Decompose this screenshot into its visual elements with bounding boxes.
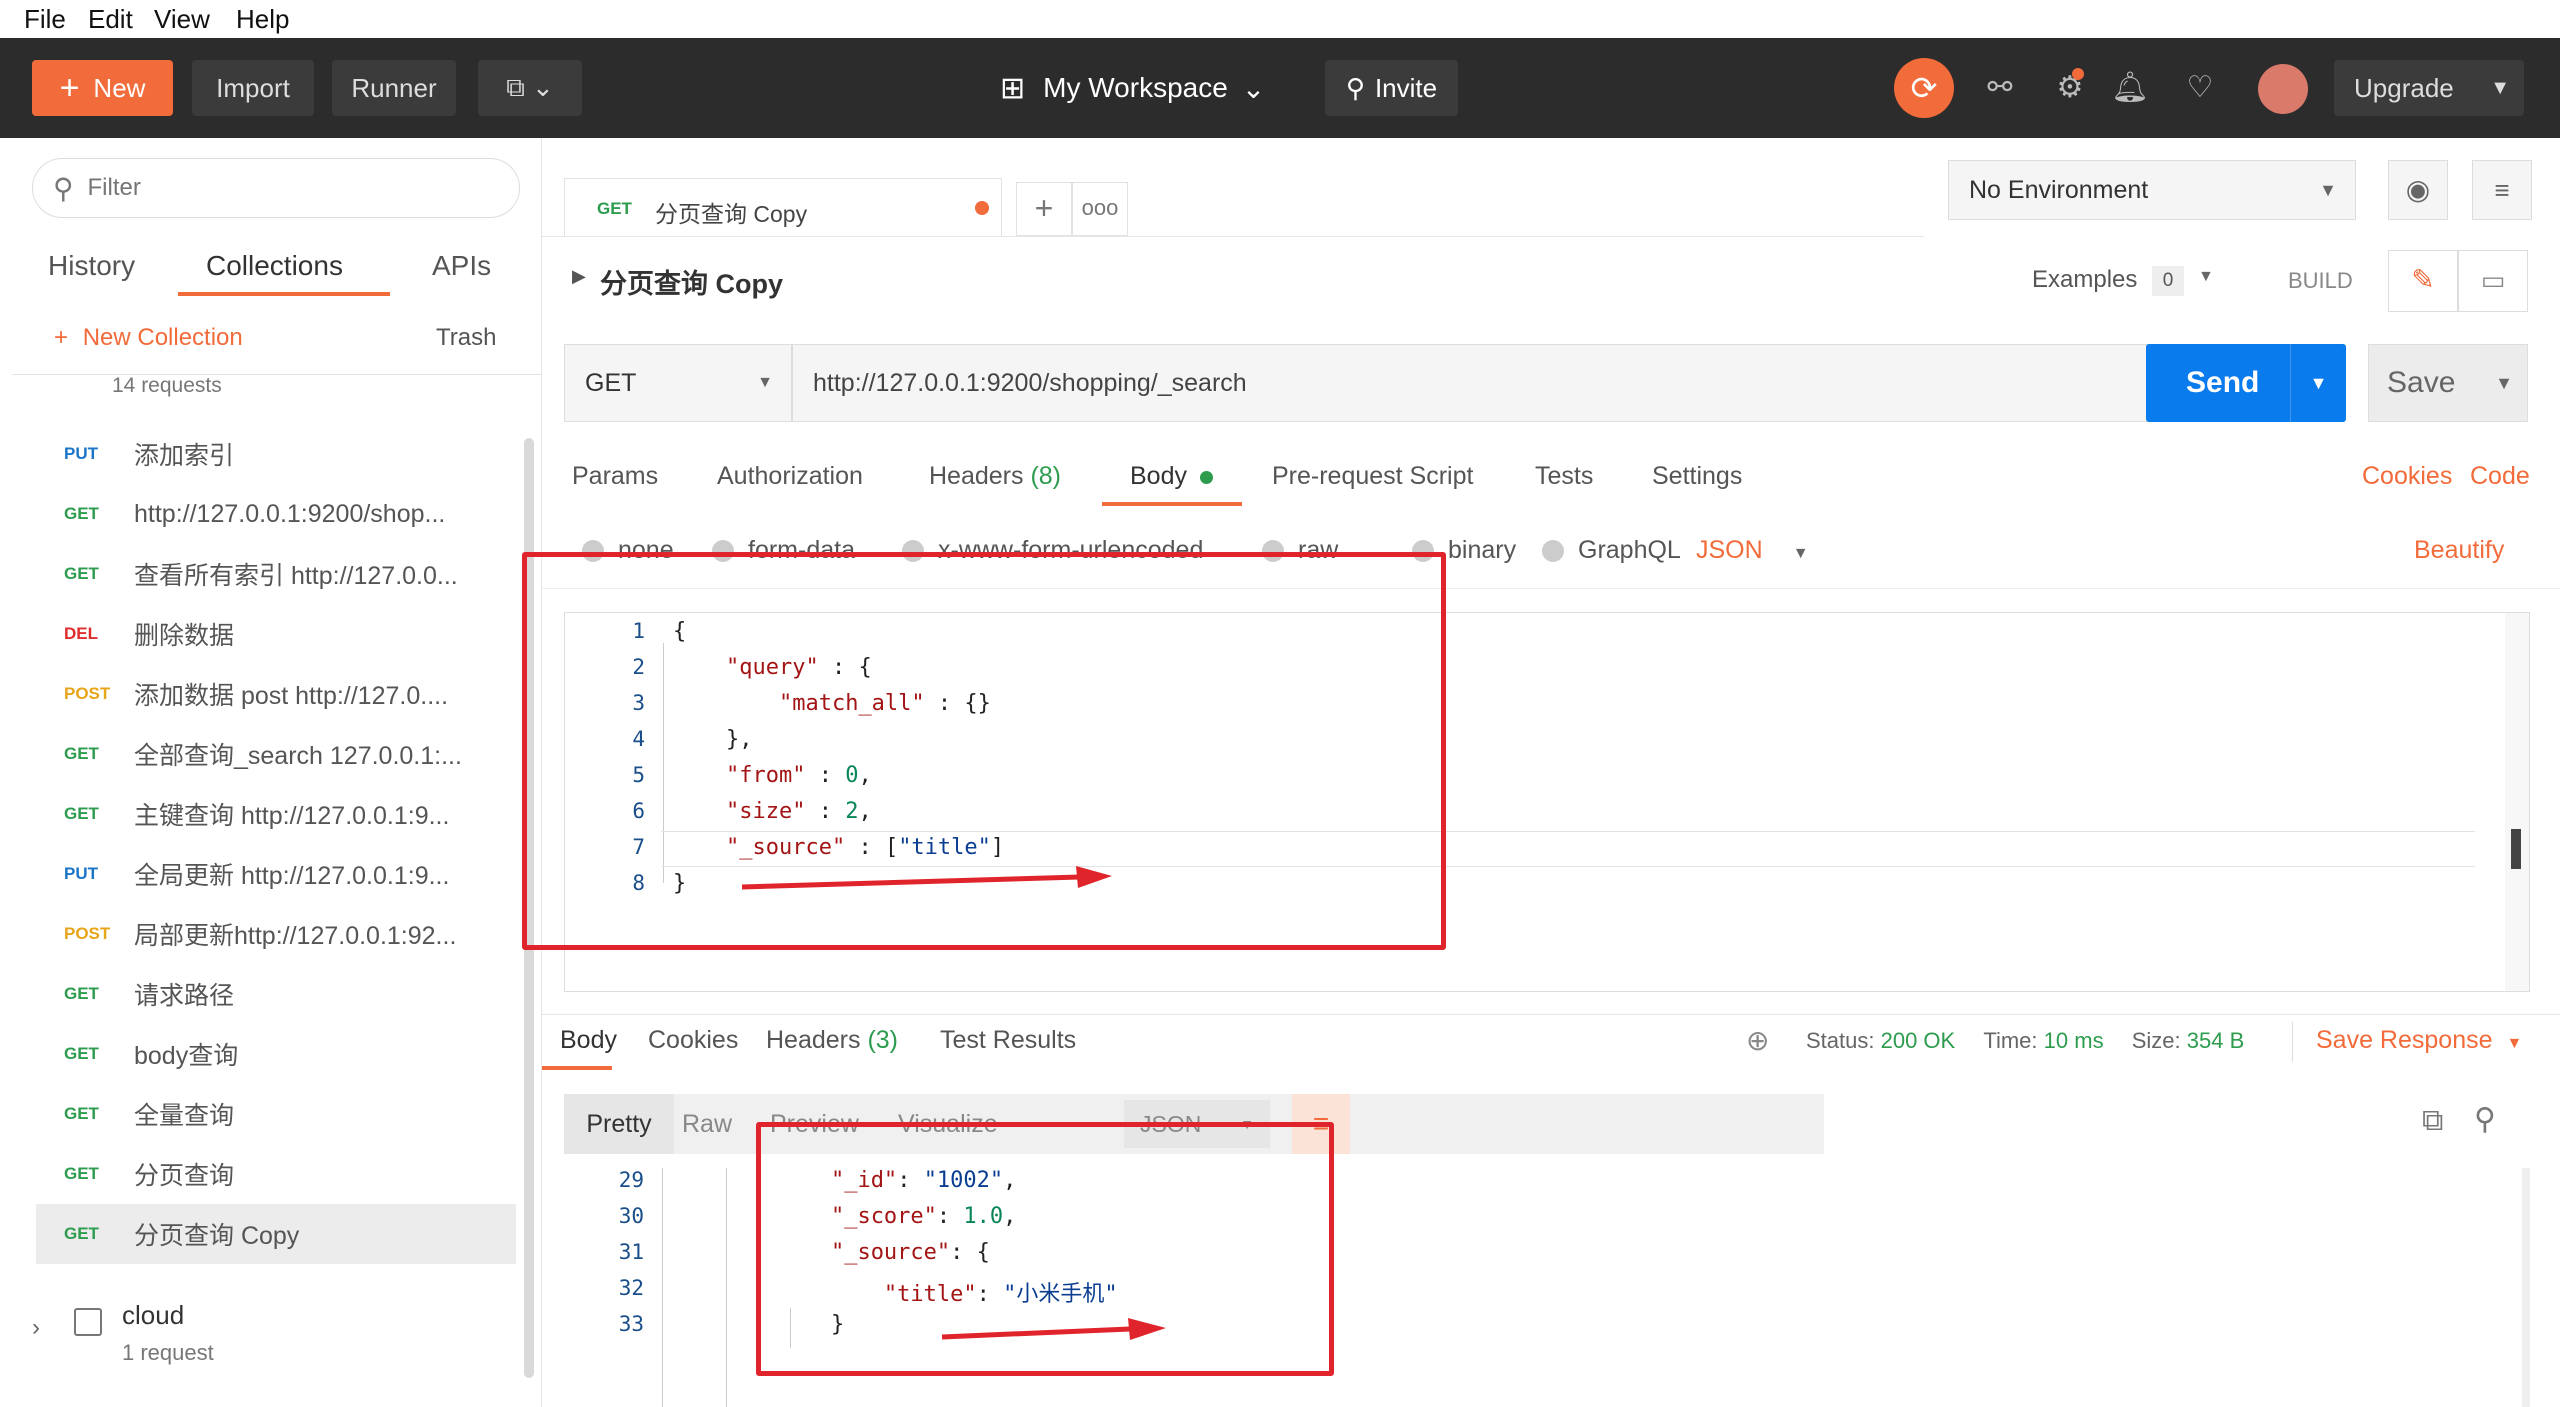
- annotation-arrows: [741, 866, 1166, 1340]
- arrow-head: [1128, 1318, 1166, 1340]
- arrow-line: [941, 1326, 1131, 1340]
- arrow-line: [741, 874, 1081, 890]
- arrow-head: [1076, 866, 1112, 888]
